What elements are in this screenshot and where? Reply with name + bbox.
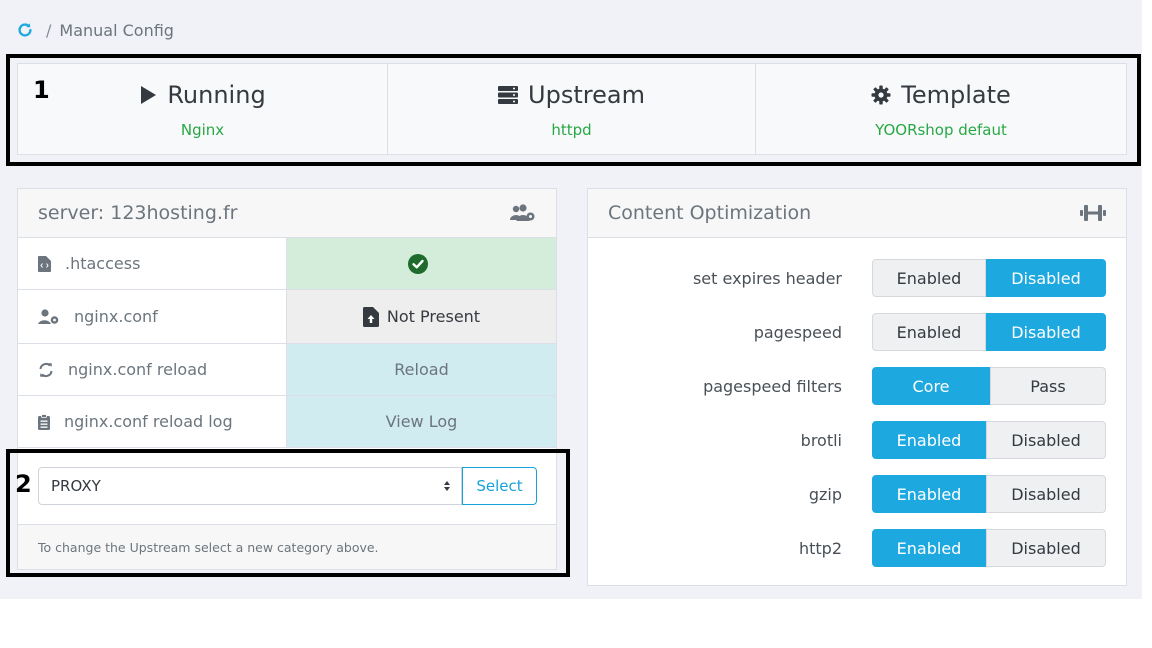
stat-template: Template YOORshop defaut [756,64,1126,154]
nginx-conf-status[interactable]: Not Present [287,290,556,343]
opt-row-set-expires-header: set expires header Enabled Disabled [588,259,1126,297]
breadcrumb-current: Manual Config [59,20,174,40]
opt-row-gzip: gzip Enabled Disabled [588,475,1126,513]
server-row-nginx-reload: nginx.conf reload Reload [18,344,556,396]
stat-upstream: Upstream httpd [388,64,756,154]
row-label: .htaccess [65,254,141,273]
opt-label: gzip [808,484,842,504]
content-optimization-card: Content Optimization set expires header … [587,188,1127,586]
upstream-select-group: PROXY Select [18,447,556,525]
disabled-button[interactable]: Disabled [986,529,1106,567]
refresh-icon[interactable] [16,21,34,39]
row-label: nginx.conf reload [68,360,208,379]
opt-row-http2: http2 Enabled Disabled [588,529,1126,567]
upstream-select-value: PROXY [51,476,101,495]
server-row-nginx-conf: nginx.conf Not Present [18,290,556,344]
users-gear-icon [510,204,535,221]
opt-label: pagespeed [753,322,842,342]
gear-icon [871,85,891,105]
user-gear-icon [38,308,59,324]
annotation-number-1: 1 [33,76,50,104]
card-header: Content Optimization [588,189,1126,238]
toggle-group: Enabled Disabled [872,259,1106,297]
enabled-button[interactable]: Enabled [872,259,986,297]
upstream-help-text: To change the Upstream select a new cate… [18,525,556,569]
select-arrows-icon [444,480,450,491]
htaccess-status [287,238,556,289]
select-button[interactable]: Select [462,466,537,505]
optimization-title: Content Optimization [608,202,812,224]
opt-label: pagespeed filters [703,376,842,396]
core-button[interactable]: Core [872,367,990,405]
opt-label: set expires header [692,268,842,288]
disabled-button[interactable]: Disabled [986,475,1106,513]
card-header: server: 123hosting.fr [18,189,556,238]
enabled-button[interactable]: Enabled [872,313,986,351]
opt-row-brotli: brotli Enabled Disabled [588,421,1126,459]
status-summary: Running Nginx Upstream httpd Template YO… [17,63,1127,155]
toggle-group: Enabled Disabled [872,529,1106,567]
stat-value: Nginx [180,121,225,139]
row-label: nginx.conf [74,307,158,326]
server-title: server: 123hosting.fr [38,202,238,224]
disabled-button[interactable]: Disabled [986,259,1106,297]
enabled-button[interactable]: Enabled [872,475,986,513]
toggle-group: Enabled Disabled [872,475,1106,513]
opt-label: brotli [800,430,842,450]
opt-label: http2 [798,538,842,558]
toggle-group: Enabled Disabled [872,313,1106,351]
stat-value: YOORshop defaut [875,121,1007,139]
play-icon [141,86,157,104]
view-log-button[interactable]: View Log [287,396,556,447]
row-label: nginx.conf reload log [64,412,233,431]
server-row-htaccess: .htaccess [18,238,556,290]
opt-row-pagespeed-filters: pagespeed filters Core Pass [588,367,1126,405]
enabled-button[interactable]: Enabled [872,529,986,567]
disabled-button[interactable]: Disabled [986,313,1106,351]
stat-title: Running [167,81,266,109]
clipboard-list-icon [38,413,50,430]
server-icon [498,86,519,104]
reload-button[interactable]: Reload [287,344,556,395]
stat-title: Upstream [528,81,645,109]
file-code-icon [38,255,51,272]
toggle-group: Core Pass [872,367,1106,405]
upstream-select[interactable]: PROXY [38,466,462,505]
dumbbell-icon [1080,205,1106,221]
disabled-button[interactable]: Disabled [986,421,1106,459]
server-row-reload-log: nginx.conf reload log View Log [18,396,556,448]
stat-running: Running Nginx [18,64,388,154]
file-upload-icon [362,306,379,327]
server-card: server: 123hosting.fr .htaccess nginx.co… [17,188,557,570]
pass-button[interactable]: Pass [990,367,1106,405]
stat-value: httpd [551,121,592,139]
annotation-number-2: 2 [15,470,32,498]
opt-row-pagespeed: pagespeed Enabled Disabled [588,313,1126,351]
stat-title: Template [901,81,1011,109]
sync-icon [39,362,53,377]
row-value: Not Present [386,307,481,326]
toggle-group: Enabled Disabled [872,421,1106,459]
enabled-button[interactable]: Enabled [872,421,986,459]
check-circle-icon [407,253,428,274]
breadcrumb: / Manual Config [16,18,174,42]
breadcrumb-separator: / [46,20,52,40]
